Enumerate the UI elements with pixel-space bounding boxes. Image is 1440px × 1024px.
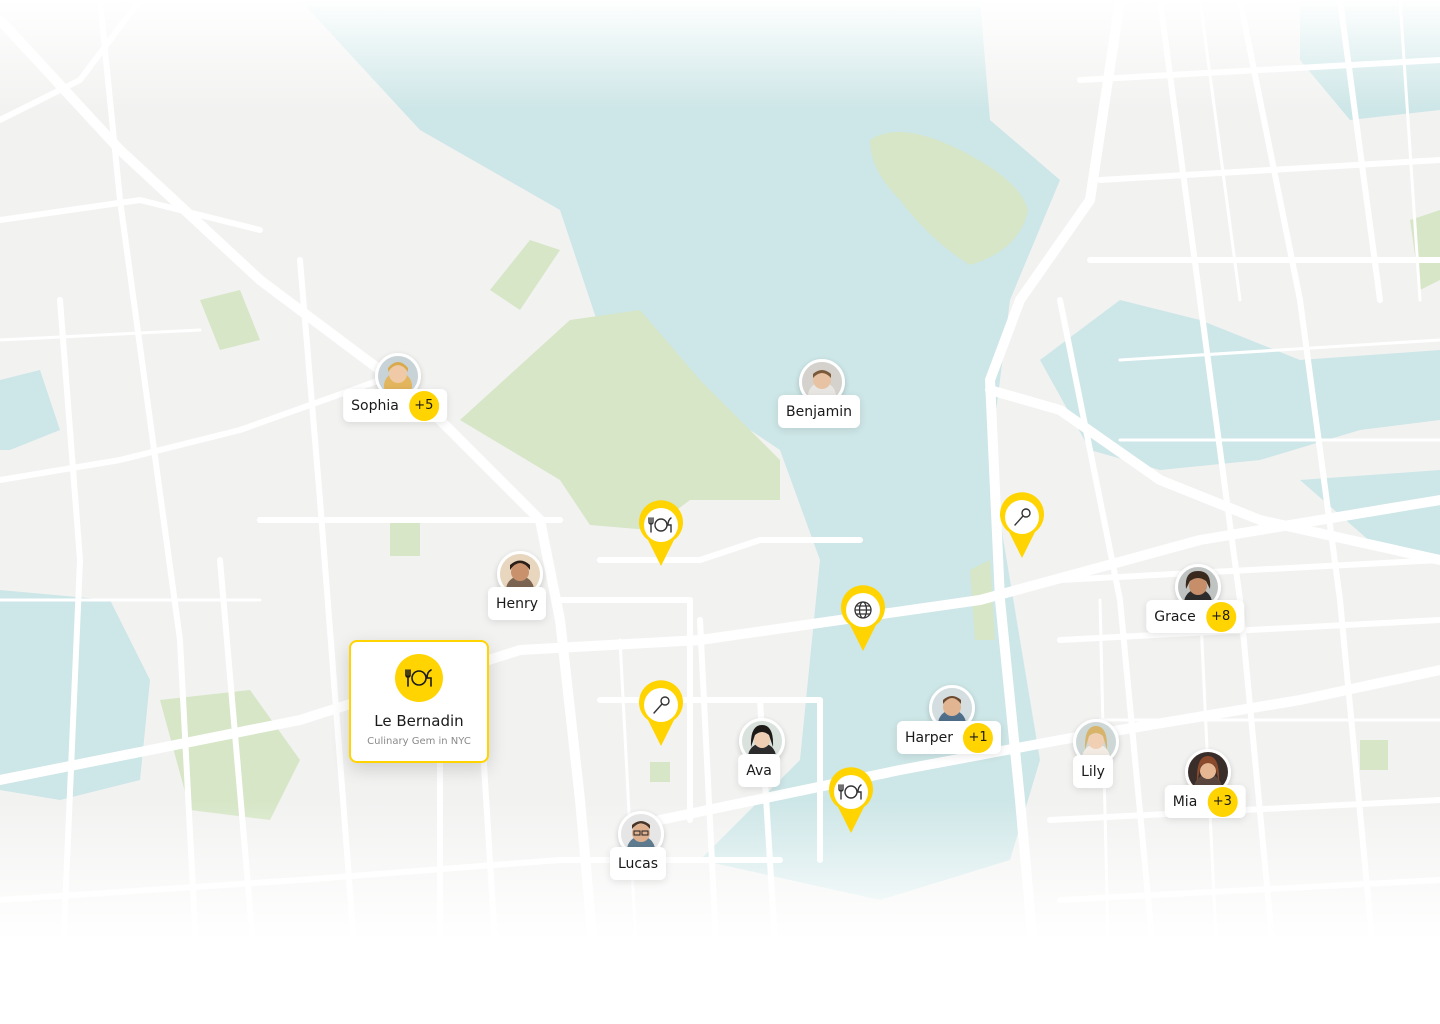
person-marker-grace[interactable]: Grace +8	[1125, 564, 1265, 654]
person-marker-benjamin[interactable]: Benjamin	[749, 359, 889, 449]
count-badge[interactable]: +8	[1205, 601, 1236, 632]
map-canvas[interactable]	[0, 0, 1440, 1024]
venue-pin-microphone[interactable]	[636, 680, 686, 748]
person-name: Lily	[1081, 763, 1105, 780]
person-name: Mia	[1172, 793, 1198, 810]
map-view[interactable]: Sophia +5 Benjamin Henry Grace +8 Harper…	[0, 0, 1440, 1024]
person-label: Lily	[1073, 755, 1113, 788]
person-label: Benjamin	[778, 395, 860, 428]
person-label: Sophia +5	[343, 389, 447, 422]
count-badge[interactable]: +1	[963, 722, 994, 753]
person-name: Benjamin	[786, 403, 852, 420]
person-label: Mia +3	[1164, 785, 1246, 818]
person-name: Ava	[746, 762, 772, 779]
place-title: Le Bernadin	[374, 712, 464, 730]
person-label: Grace +8	[1146, 600, 1244, 633]
person-marker-henry[interactable]: Henry	[447, 551, 587, 641]
count-badge[interactable]: +5	[408, 390, 439, 421]
park-small-1	[650, 762, 670, 782]
person-marker-sophia[interactable]: Sophia +5	[325, 353, 465, 443]
count-badge[interactable]: +3	[1207, 786, 1238, 817]
person-marker-ava[interactable]: Ava	[689, 718, 829, 808]
place-info-card[interactable]: Le Bernadin Culinary Gem in NYC	[349, 640, 489, 763]
person-name: Henry	[495, 595, 539, 612]
person-label: Ava	[738, 754, 780, 787]
venue-pin-restaurant[interactable]	[636, 500, 686, 568]
place-subtitle: Culinary Gem in NYC	[367, 736, 471, 747]
venue-pin-microphone[interactable]	[997, 492, 1047, 560]
person-marker-harper[interactable]: Harper +1	[879, 685, 1019, 775]
venue-pin-globe[interactable]	[838, 585, 888, 653]
venue-pin-restaurant[interactable]	[826, 767, 876, 835]
person-label: Henry	[487, 587, 547, 620]
park-small-2	[1360, 740, 1388, 770]
place-icon-circle	[395, 654, 443, 702]
person-marker-mia[interactable]: Mia +3	[1135, 749, 1275, 839]
restaurant-icon	[405, 669, 432, 687]
person-name: Grace	[1154, 608, 1196, 625]
person-label: Lucas	[610, 847, 666, 880]
person-name: Lucas	[618, 855, 658, 872]
person-name: Sophia	[351, 397, 399, 414]
person-marker-lucas[interactable]: Lucas	[568, 811, 708, 901]
person-label: Harper +1	[896, 721, 1002, 754]
park-small-3	[390, 520, 420, 556]
person-name: Harper	[904, 729, 954, 746]
